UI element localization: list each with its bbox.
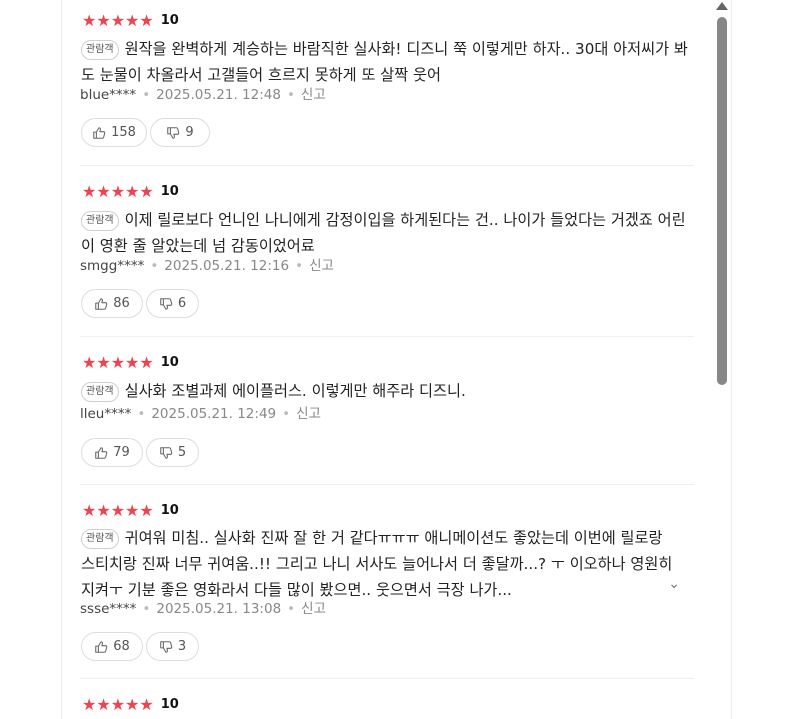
rating-row: ★★★★★ 10 (82, 184, 179, 200)
like-button[interactable]: 68 (81, 632, 143, 661)
thumbs-down-icon (160, 640, 173, 653)
like-count: 158 (111, 125, 136, 140)
rating-row: ★★★★★ 10 (82, 697, 179, 713)
star-rating-icons: ★★★★★ (82, 353, 154, 372)
dislike-count: 9 (185, 125, 194, 140)
review-date: 2025.05.21. 12:48 (156, 87, 281, 103)
star-rating-icons: ★★★★★ (82, 695, 154, 714)
username: lleu**** (80, 406, 132, 422)
review-text: 실사화 조별과제 에이플러스. 이렇게만 해주라 디즈니. (124, 382, 466, 400)
rating-row: ★★★★★ 10 (82, 355, 179, 371)
review-date: 2025.05.21. 12:16 (164, 258, 290, 274)
viewer-badge: 관람객 (81, 211, 119, 231)
thumbs-up-icon (95, 640, 108, 653)
review-actions: 86 6 (81, 289, 202, 318)
viewer-badge: 관람객 (81, 529, 119, 549)
rating-row: ★★★★★ 10 (82, 503, 179, 519)
viewer-badge: 관람객 (81, 382, 119, 402)
meta-separator: • (142, 601, 151, 617)
report-link[interactable]: 신고 (296, 406, 321, 422)
scroll-up-arrow-icon[interactable] (716, 2, 728, 10)
meta-separator: • (287, 601, 296, 617)
meta-separator: • (295, 258, 304, 274)
chevron-down-icon[interactable]: ⌄ (668, 576, 680, 592)
review-text-block: 관람객 귀여워 미침.. 실사화 진짜 잘 한 거 같다ㅠㅠㅠ 애니메이션도 좋았… (81, 525, 677, 603)
username: blue**** (80, 87, 137, 103)
report-link[interactable]: 신고 (309, 258, 334, 274)
username: ssse**** (80, 601, 137, 617)
review-meta: lleu**** • 2025.05.21. 12:49 • 신고 (80, 405, 321, 423)
star-rating-icons: ★★★★★ (82, 11, 154, 30)
like-count: 86 (113, 296, 130, 311)
thumbs-up-icon (95, 446, 108, 459)
meta-separator: • (142, 87, 151, 103)
star-rating-icons: ★★★★★ (82, 182, 154, 201)
review-meta: ssse**** • 2025.05.21. 13:08 • 신고 (80, 600, 326, 618)
review-text: 이제 릴로보다 언니인 나니에게 감정이입을 하게된다는 건.. 나이가 들었다… (81, 211, 686, 255)
review-actions: 79 5 (81, 438, 202, 467)
review-actions: 68 3 (81, 632, 202, 661)
rating-row: ★★★★★ 10 (82, 13, 179, 29)
report-link[interactable]: 신고 (301, 87, 326, 103)
star-rating-icons: ★★★★★ (82, 501, 154, 520)
review-text-block: 관람객 실사화 조별과제 에이플러스. 이렇게만 해주라 디즈니. (81, 378, 693, 404)
review-meta: smgg**** • 2025.05.21. 12:16 • 신고 (80, 257, 334, 275)
viewer-badge: 관람객 (81, 40, 119, 60)
review-date: 2025.05.21. 12:49 (151, 406, 277, 422)
review-item: ★★★★★ 10 (80, 679, 694, 719)
review-item: ★★★★★ 10 관람객 원작을 완벽하게 계승하는 바람직한 실사화! 디즈니 … (80, 0, 694, 166)
review-text-block: 관람객 이제 릴로보다 언니인 나니에게 감정이입을 하게된다는 건.. 나이가 … (81, 207, 693, 259)
rating-score: 10 (160, 697, 179, 712)
review-meta: blue**** • 2025.05.21. 12:48 • 신고 (80, 86, 326, 104)
thumbs-down-icon (160, 446, 173, 459)
like-button[interactable]: 86 (81, 289, 143, 318)
like-count: 68 (113, 639, 130, 654)
review-actions: 158 9 (81, 118, 213, 147)
review-list: ★★★★★ 10 관람객 원작을 완벽하게 계승하는 바람직한 실사화! 디즈니 … (80, 0, 694, 719)
scrollbar[interactable] (714, 0, 730, 719)
dislike-button[interactable]: 9 (150, 118, 210, 147)
review-text-block: 관람객 원작을 완벽하게 계승하는 바람직한 실사화! 디즈니 쭉 이렇게만 하자… (81, 36, 693, 88)
review-item: ★★★★★ 10 관람객 실사화 조별과제 에이플러스. 이렇게만 해주라 디즈니… (80, 337, 694, 485)
like-button[interactable]: 79 (81, 438, 143, 467)
rating-score: 10 (160, 184, 179, 199)
meta-separator: • (137, 406, 146, 422)
review-text: 귀여워 미침.. 실사화 진짜 잘 한 거 같다ㅠㅠㅠ 애니메이션도 좋았는데 … (81, 529, 673, 599)
rating-score: 10 (160, 355, 179, 370)
dislike-count: 6 (177, 296, 187, 311)
thumbs-down-icon (167, 126, 180, 139)
scrollbar-thumb[interactable] (717, 17, 727, 385)
meta-separator: • (282, 406, 291, 422)
review-item: ★★★★★ 10 관람객 이제 릴로보다 언니인 나니에게 감정이입을 하게된다는… (80, 166, 694, 337)
like-count: 79 (113, 445, 130, 460)
review-text: 원작을 완벽하게 계승하는 바람직한 실사화! 디즈니 쭉 이렇게만 하자.. … (81, 40, 688, 84)
review-date: 2025.05.21. 13:08 (156, 601, 282, 617)
thumbs-down-icon (160, 297, 173, 310)
thumbs-up-icon (93, 126, 106, 139)
report-link[interactable]: 신고 (301, 601, 326, 617)
thumbs-up-icon (95, 297, 108, 310)
meta-separator: • (286, 87, 295, 103)
dislike-button[interactable]: 5 (146, 438, 199, 467)
dislike-count: 3 (177, 639, 187, 654)
like-button[interactable]: 158 (81, 118, 147, 147)
meta-separator: • (150, 258, 159, 274)
username: smgg**** (80, 258, 145, 274)
rating-score: 10 (160, 13, 179, 28)
review-item: ★★★★★ 10 관람객 귀여워 미침.. 실사화 진짜 잘 한 거 같다ㅠㅠㅠ … (80, 485, 694, 679)
dislike-button[interactable]: 6 (146, 289, 199, 318)
rating-score: 10 (160, 503, 179, 518)
dislike-count: 5 (177, 445, 187, 460)
dislike-button[interactable]: 3 (146, 632, 199, 661)
